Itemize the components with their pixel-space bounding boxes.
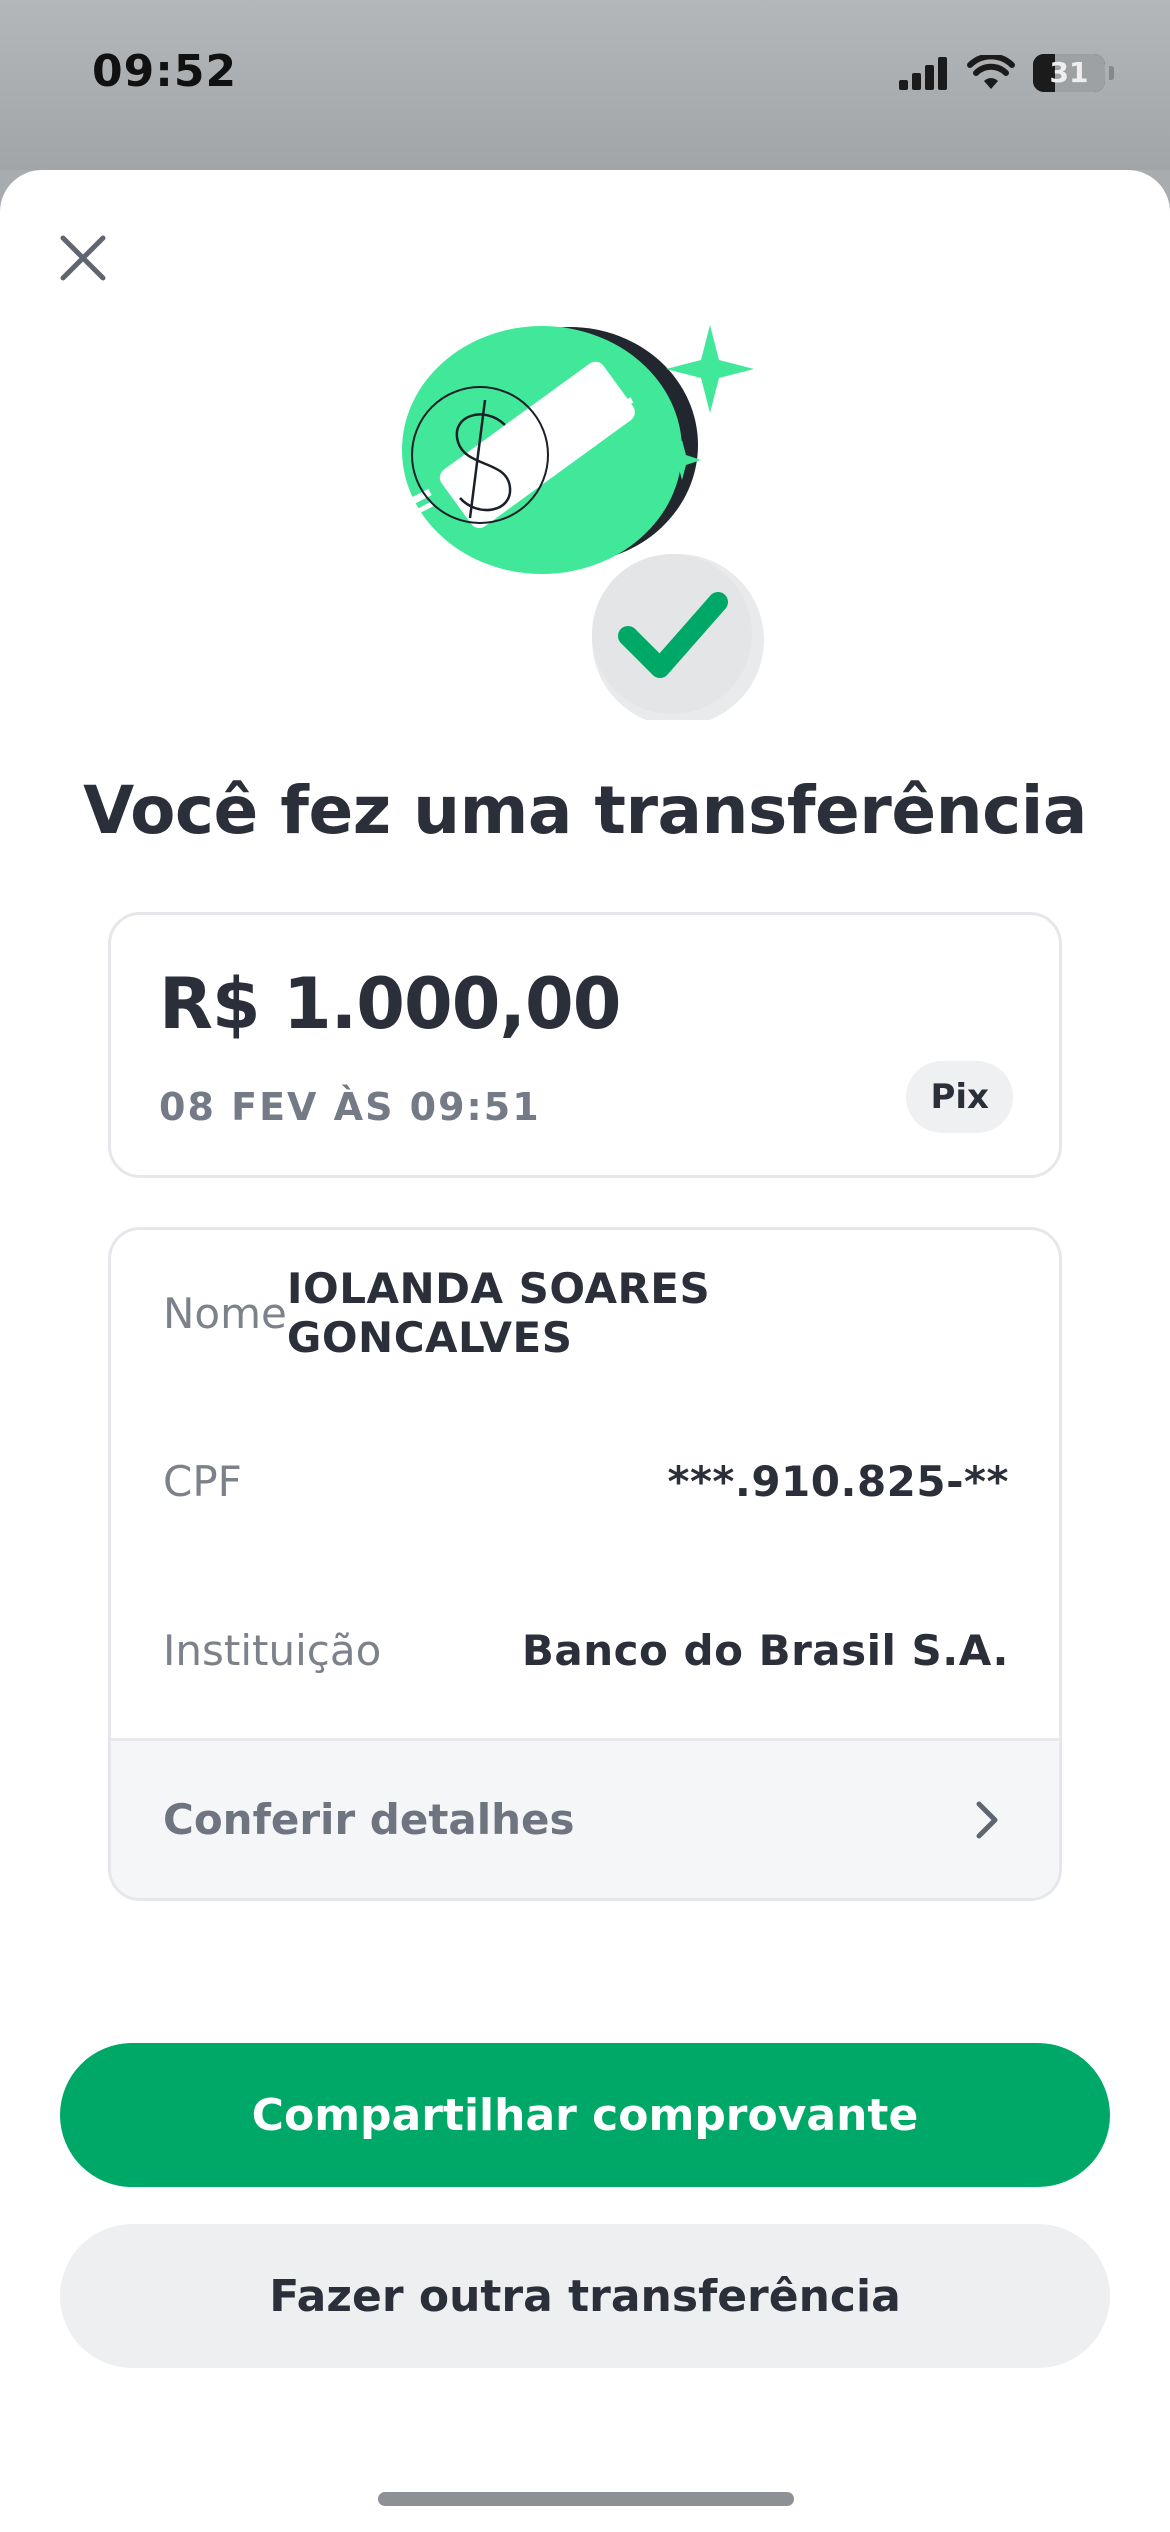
detail-row-nome: Nome IOLANDA SOARES GONCALVES bbox=[163, 1264, 1009, 1362]
detail-label: Nome bbox=[163, 1288, 287, 1338]
detail-row-instituicao: Instituição Banco do Brasil S.A. bbox=[163, 1620, 1009, 1680]
battery-icon: 31 bbox=[1033, 54, 1105, 92]
view-details-label: Conferir detalhes bbox=[163, 1795, 575, 1844]
detail-row-cpf: CPF ***.910.825-** bbox=[163, 1451, 1009, 1511]
detail-label: Instituição bbox=[163, 1625, 382, 1675]
money-transfer-success-illustration bbox=[373, 325, 764, 720]
wifi-icon bbox=[967, 55, 1015, 89]
chevron-right-icon bbox=[976, 1801, 998, 1838]
page-title: Você fez uma transferência bbox=[83, 772, 1087, 849]
close-button[interactable] bbox=[50, 225, 116, 291]
close-icon bbox=[60, 235, 106, 281]
share-receipt-button[interactable]: Compartilhar comprovante bbox=[60, 2043, 1110, 2187]
new-transfer-button[interactable]: Fazer outra transferência bbox=[60, 2224, 1110, 2368]
pix-badge: Pix bbox=[906, 1061, 1013, 1133]
detail-label: CPF bbox=[163, 1456, 242, 1506]
recipient-details-card: Nome IOLANDA SOARES GONCALVES CPF ***.91… bbox=[108, 1227, 1062, 1901]
detail-value: Banco do Brasil S.A. bbox=[521, 1625, 1009, 1675]
transfer-date: 08 FEV ÀS 09:51 bbox=[159, 1085, 541, 1129]
battery-level: 31 bbox=[1049, 56, 1089, 89]
detail-value: IOLANDA SOARES GONCALVES bbox=[286, 1264, 711, 1362]
status-icons: 31 bbox=[899, 50, 1114, 96]
home-indicator[interactable] bbox=[378, 2492, 794, 2506]
view-details-button[interactable]: Conferir detalhes bbox=[111, 1738, 1059, 1898]
status-time: 09:52 bbox=[92, 46, 238, 97]
signal-icon bbox=[899, 57, 947, 90]
status-bar: 09:52 31 bbox=[0, 0, 1170, 170]
detail-value: ***.910.825-** bbox=[667, 1456, 1009, 1506]
transfer-amount: R$ 1.000,00 bbox=[159, 963, 621, 1045]
amount-card: R$ 1.000,00 08 FEV ÀS 09:51 Pix bbox=[108, 912, 1062, 1178]
battery-cap bbox=[1109, 66, 1114, 80]
